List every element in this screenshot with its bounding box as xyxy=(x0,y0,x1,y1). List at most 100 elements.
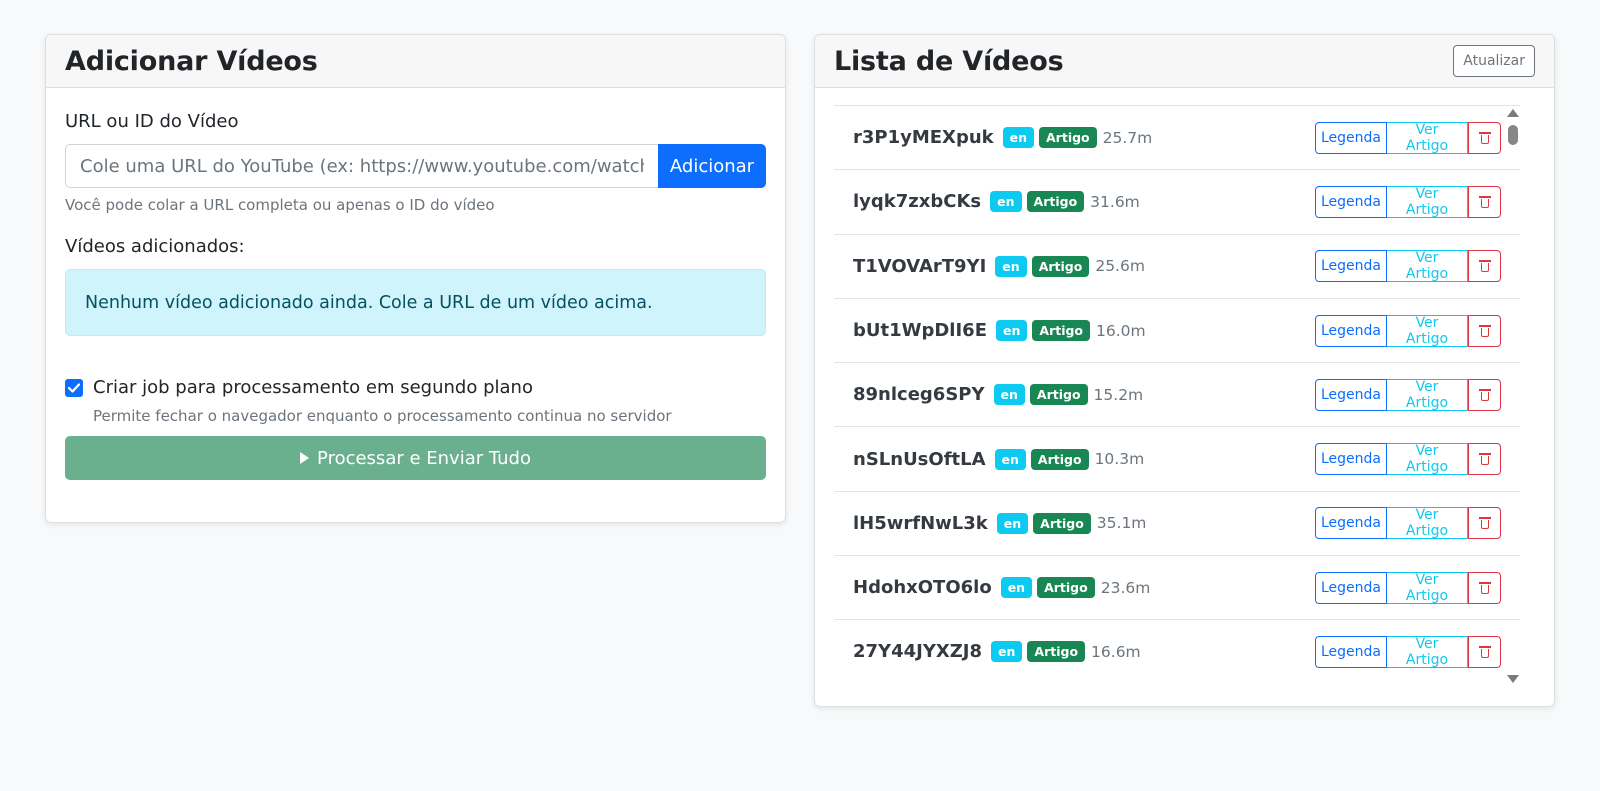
subtitle-button[interactable]: Legenda xyxy=(1315,250,1387,283)
added-videos-label: Vídeos adicionados: xyxy=(65,236,245,257)
video-id: r3P1yMEXpuk xyxy=(853,127,994,149)
view-article-button[interactable]: Ver Artigo xyxy=(1387,378,1468,411)
video-list-title: Lista de Vídeos xyxy=(834,45,1064,77)
video-row: lyqk7zxbCKs en Artigo 31.6m Legenda Ver … xyxy=(834,169,1520,233)
view-article-button[interactable]: Ver Artigo xyxy=(1387,121,1468,154)
video-id: nSLnUsOftLA xyxy=(853,448,986,470)
scroll-up-arrow-icon[interactable] xyxy=(1507,109,1519,117)
process-send-all-button[interactable]: Processar e Enviar Tudo xyxy=(65,436,766,480)
type-badge: Artigo xyxy=(1033,512,1091,534)
trash-icon xyxy=(1478,324,1491,337)
language-badge: en xyxy=(993,384,1025,406)
scrollbar-thumb[interactable] xyxy=(1508,125,1518,145)
row-actions: Legenda Ver Artigo xyxy=(1315,635,1501,668)
subtitle-button[interactable]: Legenda xyxy=(1315,185,1387,218)
empty-videos-alert: Nenhum vídeo adicionado ainda. Cole a UR… xyxy=(65,269,766,336)
view-article-button[interactable]: Ver Artigo xyxy=(1387,314,1468,347)
view-article-button[interactable]: Ver Artigo xyxy=(1387,635,1468,668)
video-size: 10.3m xyxy=(1094,450,1145,469)
video-size: 31.6m xyxy=(1090,192,1140,211)
video-row: 27Y44JYXZJ8 en Artigo 16.6m Legenda Ver … xyxy=(834,619,1520,677)
view-article-button[interactable]: Ver Artigo xyxy=(1387,250,1468,283)
trash-icon xyxy=(1478,453,1491,466)
subtitle-button[interactable]: Legenda xyxy=(1315,571,1387,604)
view-article-button[interactable]: Ver Artigo xyxy=(1387,185,1468,218)
video-list-header: Lista de Vídeos Atualizar xyxy=(815,35,1554,88)
delete-button[interactable] xyxy=(1468,121,1501,154)
delete-button[interactable] xyxy=(1468,378,1501,411)
delete-button[interactable] xyxy=(1468,314,1501,347)
video-row: HdohxOTO6lo en Artigo 23.6m Legenda Ver … xyxy=(834,555,1520,619)
trash-icon xyxy=(1478,645,1491,658)
refresh-button[interactable]: Atualizar xyxy=(1453,45,1535,77)
delete-button[interactable] xyxy=(1468,250,1501,283)
video-id: lyqk7zxbCKs xyxy=(853,191,982,213)
video-id: lH5wrfNwL3k xyxy=(853,512,988,534)
check-icon xyxy=(68,382,80,393)
language-badge: en xyxy=(990,191,1022,213)
language-badge: en xyxy=(991,641,1023,663)
type-badge: Artigo xyxy=(1029,384,1088,406)
type-badge: Artigo xyxy=(1039,127,1097,149)
video-id: 89nlceg6SPY xyxy=(853,384,985,406)
add-videos-header: Adicionar Vídeos xyxy=(46,35,785,88)
subtitle-button[interactable]: Legenda xyxy=(1315,378,1387,411)
video-id: HdohxOTO6lo xyxy=(853,577,992,599)
subtitle-button[interactable]: Legenda xyxy=(1315,121,1387,154)
type-badge: Artigo xyxy=(1030,448,1089,470)
video-list[interactable]: r3P1yMEXpuk en Artigo 25.7m Legenda Ver … xyxy=(834,105,1520,677)
process-button-label: Processar e Enviar Tudo xyxy=(317,447,531,469)
background-job-help: Permite fechar o navegador enquanto o pr… xyxy=(93,407,672,425)
language-badge: en xyxy=(996,512,1029,534)
view-article-button[interactable]: Ver Artigo xyxy=(1387,507,1468,540)
language-badge: en xyxy=(1000,577,1033,599)
subtitle-button[interactable]: Legenda xyxy=(1315,314,1387,347)
view-article-button[interactable]: Ver Artigo xyxy=(1387,571,1468,604)
scroll-down-arrow-icon[interactable] xyxy=(1507,675,1519,683)
row-actions: Legenda Ver Artigo xyxy=(1315,571,1501,604)
delete-button[interactable] xyxy=(1468,185,1501,218)
video-row: r3P1yMEXpuk en Artigo 25.7m Legenda Ver … xyxy=(834,105,1520,169)
subtitle-button[interactable]: Legenda xyxy=(1315,443,1387,476)
video-id: T1VOVArT9YI xyxy=(853,255,987,277)
trash-icon xyxy=(1478,581,1491,594)
add-videos-body: URL ou ID do Vídeo Adicionar Você pode c… xyxy=(46,88,785,499)
video-row: bUt1WpDlI6E en Artigo 16.0m Legenda Ver … xyxy=(834,297,1520,362)
language-badge: en xyxy=(995,255,1027,277)
trash-icon xyxy=(1478,388,1491,401)
video-size: 16.6m xyxy=(1091,642,1141,661)
delete-button[interactable] xyxy=(1468,507,1501,540)
background-job-label[interactable]: Criar job para processamento em segundo … xyxy=(93,377,533,398)
url-input[interactable] xyxy=(65,144,658,188)
video-size: 23.6m xyxy=(1100,578,1151,597)
view-article-button[interactable]: Ver Artigo xyxy=(1387,443,1468,476)
video-size: 25.6m xyxy=(1095,257,1145,276)
url-help-text: Você pode colar a URL completa ou apenas… xyxy=(65,196,495,214)
type-badge: Artigo xyxy=(1037,577,1095,599)
video-id: bUt1WpDlI6E xyxy=(853,320,987,342)
trash-icon xyxy=(1478,517,1491,530)
video-row: T1VOVArT9YI en Artigo 25.6m Legenda Ver … xyxy=(834,233,1520,298)
play-icon xyxy=(300,452,310,464)
video-size: 15.2m xyxy=(1093,385,1144,404)
video-id: 27Y44JYXZJ8 xyxy=(853,641,983,663)
trash-icon xyxy=(1478,131,1491,144)
subtitle-button[interactable]: Legenda xyxy=(1315,507,1387,540)
delete-button[interactable] xyxy=(1468,571,1501,604)
video-size: 16.0m xyxy=(1096,321,1146,340)
delete-button[interactable] xyxy=(1468,635,1501,668)
video-list-card: Lista de Vídeos Atualizar r3P1yMEXpuk en… xyxy=(814,34,1555,707)
delete-button[interactable] xyxy=(1468,443,1501,476)
language-badge: en xyxy=(994,448,1026,470)
background-job-checkbox[interactable] xyxy=(65,378,83,397)
trash-icon xyxy=(1478,260,1491,273)
subtitle-button[interactable]: Legenda xyxy=(1315,635,1387,668)
type-badge: Artigo xyxy=(1031,255,1090,277)
add-video-button[interactable]: Adicionar xyxy=(658,144,766,188)
row-actions: Legenda Ver Artigo xyxy=(1315,250,1501,283)
row-actions: Legenda Ver Artigo xyxy=(1315,378,1501,411)
add-videos-title: Adicionar Vídeos xyxy=(65,45,318,77)
empty-videos-message: Nenhum vídeo adicionado ainda. Cole a UR… xyxy=(85,292,653,313)
video-row: lH5wrfNwL3k en Artigo 35.1m Legenda Ver … xyxy=(834,490,1520,555)
type-badge: Artigo xyxy=(1032,320,1091,342)
